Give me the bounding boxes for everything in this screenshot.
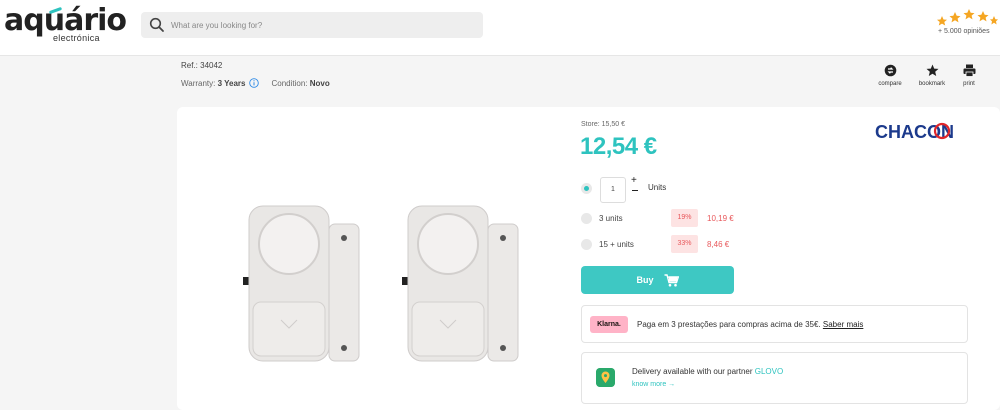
- tier-discount-badge: 19%: [671, 209, 698, 227]
- product-card: Store: 15,50 € 12,54 € CHACON 1 + Units …: [177, 107, 1000, 410]
- site-header: aquário electrónica + 5.000 opiniões: [0, 0, 1000, 56]
- brand-logo[interactable]: CHACON: [875, 120, 970, 142]
- product-meta: Warranty: 3 Years Condition: Novo: [181, 78, 330, 88]
- tier-price: 10,19 €: [707, 214, 734, 223]
- compare-icon: [884, 64, 896, 77]
- tier-label: 3 units: [599, 214, 623, 223]
- option-radio-tier-15[interactable]: [581, 238, 592, 250]
- warranty-label: Warranty:: [181, 78, 216, 88]
- option-single[interactable]: [581, 177, 592, 199]
- cart-icon: [664, 273, 679, 286]
- logo-subtitle: electrónica: [53, 33, 100, 43]
- search-input[interactable]: [171, 12, 471, 38]
- buy-label: Buy: [636, 275, 654, 285]
- option-tier-15[interactable]: [581, 233, 592, 255]
- klarna-message: Paga em 3 prestações para compras acima …: [637, 320, 821, 329]
- compare-label: compare: [878, 81, 902, 87]
- quantity-input[interactable]: 1: [600, 177, 626, 203]
- delivery-know-more-link[interactable]: know more →: [632, 381, 675, 388]
- search-bar[interactable]: [141, 12, 483, 38]
- rating-stars-icon: [937, 9, 998, 26]
- quantity-increase-button[interactable]: +: [631, 176, 637, 186]
- tier-discount-badge: 33%: [671, 235, 698, 253]
- quantity-decrease-button[interactable]: [632, 190, 638, 191]
- delivery-banner: Delivery available with our partner GLOV…: [581, 352, 968, 404]
- delivery-partner-name: GLOVO: [754, 367, 784, 376]
- search-icon: [149, 17, 164, 32]
- store-price: Store: 15,50 €: [581, 121, 625, 128]
- product-reference: Ref.: 34042: [181, 61, 223, 70]
- option-radio-single[interactable]: [581, 182, 592, 194]
- star-bookmark-icon: [926, 64, 938, 76]
- print-label: print: [963, 81, 975, 87]
- sale-price: 12,54 €: [580, 133, 657, 160]
- option-radio-tier-3[interactable]: [581, 212, 592, 224]
- tier-price: 8,46 €: [707, 240, 730, 249]
- delivery-text: Delivery available with our partner GLOV…: [632, 367, 783, 376]
- units-label: Units: [648, 183, 667, 192]
- klarna-learn-more-link[interactable]: Saber mais: [823, 320, 863, 329]
- product-image[interactable]: [237, 202, 537, 367]
- condition-label: Condition:: [271, 78, 308, 88]
- customer-rating[interactable]: + 5.000 opiniões: [930, 8, 1000, 40]
- glovo-location-icon: [596, 368, 615, 387]
- printer-icon: [963, 64, 975, 77]
- alarm-sensor-left: [243, 205, 360, 362]
- option-tier-3[interactable]: [581, 207, 592, 229]
- tier-label: 15 + units: [599, 240, 634, 249]
- rating-count: + 5.000 opiniões: [938, 28, 990, 35]
- klarna-banner: Klarna. Paga em 3 prestações para compra…: [581, 305, 968, 343]
- bookmark-button[interactable]: bookmark: [914, 64, 950, 87]
- condition-value: Novo: [309, 78, 330, 88]
- warranty-value: 3 Years: [217, 78, 246, 88]
- delivery-message: Delivery available with our partner: [632, 367, 753, 376]
- site-logo[interactable]: aquário electrónica: [4, 6, 127, 46]
- klarna-text: Paga em 3 prestações para compras acima …: [637, 320, 863, 329]
- compare-button[interactable]: compare: [876, 64, 904, 87]
- buy-button[interactable]: Buy: [581, 266, 734, 294]
- alarm-sensor-right: [402, 205, 519, 362]
- bookmark-label: bookmark: [918, 81, 946, 87]
- print-button[interactable]: print: [958, 64, 980, 87]
- info-icon[interactable]: [248, 78, 259, 88]
- logo-wordmark: aquário: [4, 3, 127, 38]
- klarna-logo: Klarna.: [590, 316, 628, 333]
- product-actions: compare bookmark print: [870, 64, 985, 92]
